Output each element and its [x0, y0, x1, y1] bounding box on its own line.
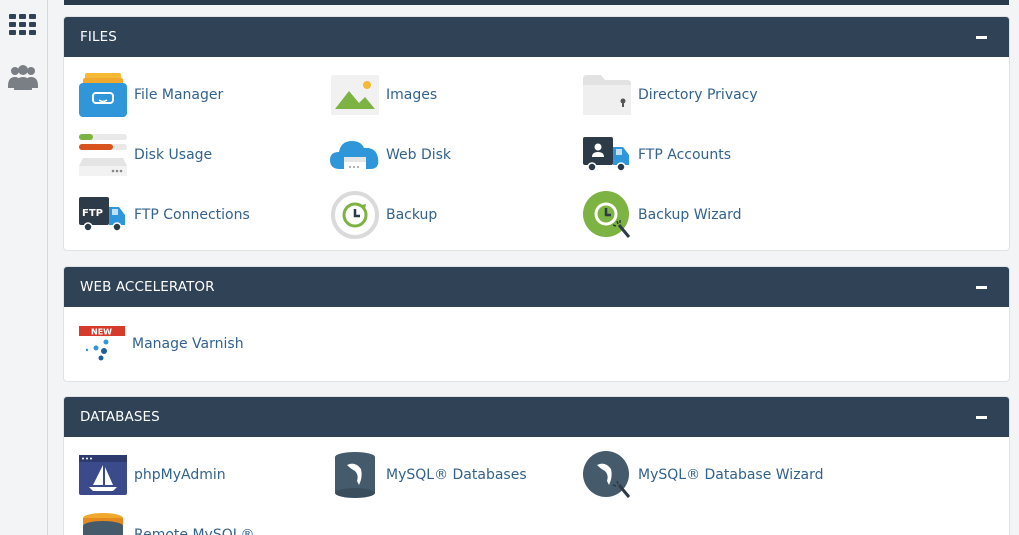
directory-privacy-link[interactable]: Directory Privacy	[582, 70, 758, 120]
remote-mysql-link[interactable]: Remote MySQL®	[78, 510, 255, 535]
ftp-accounts-link[interactable]: FTP Accounts	[582, 130, 731, 180]
disk-usage-icon	[78, 130, 128, 180]
directory-privacy-label: Directory Privacy	[638, 87, 758, 103]
svg-text:FTP: FTP	[82, 208, 103, 219]
databases-panel-header[interactable]: DATABASES	[64, 397, 1009, 437]
ftp-connections-link[interactable]: FTP FTP Connections	[78, 190, 250, 240]
remote-mysql-icon	[78, 510, 128, 535]
web-disk-link[interactable]: Web Disk	[330, 130, 451, 180]
minus-icon[interactable]	[969, 25, 993, 49]
images-label: Images	[386, 87, 438, 103]
mysql-databases-icon	[330, 450, 380, 500]
directory-privacy-icon	[582, 70, 632, 120]
phpmyadmin-link[interactable]: phpMyAdmin	[78, 450, 226, 500]
ftp-accounts-icon	[582, 130, 632, 180]
minus-icon[interactable]	[969, 405, 993, 429]
users-icon[interactable]	[6, 60, 40, 94]
varnish-new-badge: NEW	[91, 328, 112, 337]
images-icon	[330, 70, 380, 120]
varnish-icon: NEW	[78, 319, 126, 369]
backup-wizard-label: Backup Wizard	[638, 207, 742, 223]
web-accelerator-panel-title: WEB ACCELERATOR	[80, 279, 215, 295]
files-panel-header[interactable]: FILES	[64, 17, 1009, 57]
web-accelerator-panel: WEB ACCELERATOR NEW Manage Varnish	[63, 266, 1010, 382]
left-rail	[0, 0, 48, 535]
images-link[interactable]: Images	[330, 70, 437, 120]
phpmyadmin-icon	[78, 450, 128, 500]
backup-link[interactable]: Backup	[330, 190, 437, 240]
backup-icon	[330, 190, 380, 240]
mysql-database-wizard-link[interactable]: MySQL® Database Wizard	[582, 450, 824, 500]
backup-label: Backup	[386, 207, 438, 223]
mysql-databases-label: MySQL® Databases	[386, 467, 527, 483]
manage-varnish-label: Manage Varnish	[132, 336, 244, 352]
mysql-databases-link[interactable]: MySQL® Databases	[330, 450, 527, 500]
ftp-connections-icon: FTP	[78, 190, 128, 240]
phpmyadmin-label: phpMyAdmin	[134, 467, 226, 483]
web-disk-label: Web Disk	[386, 147, 452, 163]
databases-panel-title: DATABASES	[80, 409, 160, 425]
minus-icon[interactable]	[969, 275, 993, 299]
databases-panel: DATABASES phpMyAdmin MySQL® Databases My…	[63, 396, 1010, 535]
backup-wizard-link[interactable]: Backup Wizard	[582, 190, 742, 240]
web-accelerator-panel-header[interactable]: WEB ACCELERATOR	[64, 267, 1009, 307]
files-panel-title: FILES	[80, 29, 117, 45]
ftp-connections-label: FTP Connections	[134, 207, 250, 223]
top-bar-edge	[64, 0, 1009, 5]
backup-wizard-icon	[582, 190, 632, 240]
disk-usage-label: Disk Usage	[134, 147, 213, 163]
mysql-database-wizard-label: MySQL® Database Wizard	[638, 467, 824, 483]
mysql-wizard-icon	[582, 450, 632, 500]
files-panel: FILES File Manager Images Directory Priv…	[63, 16, 1010, 251]
ftp-accounts-label: FTP Accounts	[638, 147, 732, 163]
disk-usage-link[interactable]: Disk Usage	[78, 130, 212, 180]
remote-mysql-label: Remote MySQL®	[134, 527, 255, 535]
file-manager-link[interactable]: File Manager	[78, 70, 223, 120]
file-manager-icon	[78, 70, 128, 120]
manage-varnish-link[interactable]: NEW Manage Varnish	[78, 319, 244, 369]
grid-icon[interactable]	[6, 8, 40, 42]
file-manager-label: File Manager	[134, 87, 224, 103]
web-disk-icon	[330, 130, 380, 180]
